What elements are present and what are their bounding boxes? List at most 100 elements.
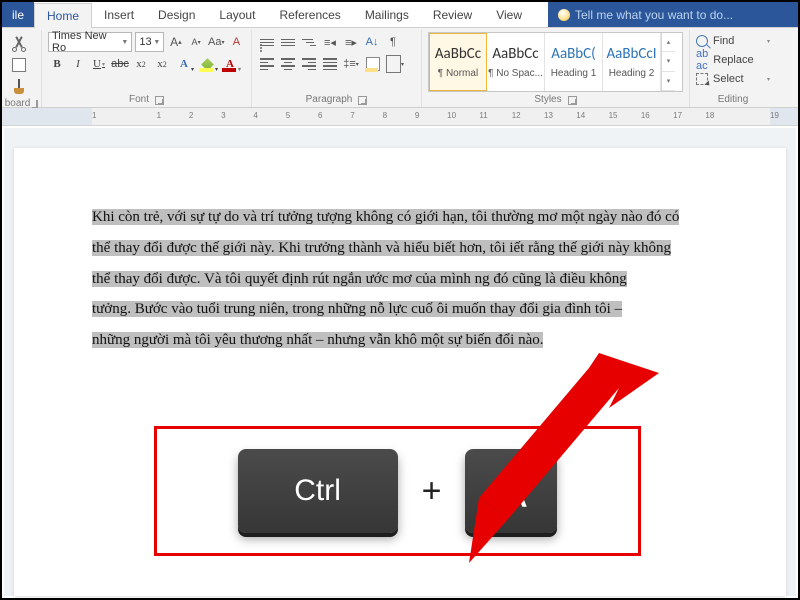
align-right-button[interactable]: [300, 54, 318, 74]
chevron-down-icon: ▾: [356, 61, 359, 68]
font-family-combo[interactable]: Times New Ro▼: [48, 32, 132, 52]
copy-icon: [12, 58, 26, 72]
chevron-down-icon[interactable]: ▾: [662, 52, 675, 71]
selected-text: những người mà tôi yêu thương nhất – như…: [92, 332, 543, 348]
selected-text: Khi còn trẻ, với sự tự do và trí tưởng t…: [92, 209, 679, 225]
font-size-combo[interactable]: 13▼: [135, 32, 164, 52]
shortcut-callout: Ctrl + A: [154, 426, 641, 556]
styles-more-icon[interactable]: ▾: [662, 72, 675, 91]
style-heading-1[interactable]: AaBbC( Heading 1: [545, 33, 603, 91]
paragraph-dialog-launcher[interactable]: [358, 96, 367, 105]
group-label-styles: Styles: [534, 94, 561, 107]
clear-formatting-button[interactable]: A: [228, 32, 245, 52]
selected-text: tưởng. Bước vào tuổi trung niên, trong n…: [92, 301, 622, 317]
tell-me-search[interactable]: Tell me what you want to do...: [548, 2, 798, 27]
strikethrough-button[interactable]: abc: [111, 54, 129, 74]
tab-design[interactable]: Design: [146, 2, 207, 27]
bullets-button[interactable]: [258, 32, 276, 52]
font-color-button[interactable]: A▾: [220, 54, 240, 74]
format-painter-button[interactable]: [8, 76, 30, 98]
increase-indent-button[interactable]: ≡▸: [342, 32, 360, 52]
tab-review[interactable]: Review: [421, 2, 484, 27]
style-preview: AaBbCc: [492, 45, 538, 63]
group-clipboard: board: [2, 30, 42, 107]
group-font: Times New Ro▼ 13▼ A▴ A▾ Aa▾ A B I U▾ abc…: [42, 30, 252, 107]
group-label-font: Font: [129, 94, 149, 107]
chevron-down-icon: ▾: [191, 66, 194, 73]
document-text[interactable]: Khi còn trẻ, với sự tự do và trí tưởng t…: [92, 202, 726, 356]
document-area: Khi còn trẻ, với sự tự do và trí tưởng t…: [4, 128, 796, 596]
tell-me-placeholder: Tell me what you want to do...: [575, 8, 733, 22]
style-name-label: ¶ No Spac...: [488, 68, 543, 79]
underline-button[interactable]: U▾: [90, 54, 108, 74]
font-size-value: 13: [139, 36, 151, 48]
multilevel-list-button[interactable]: [300, 32, 318, 52]
selected-text: thể thay đổi được.: [92, 271, 204, 287]
bold-button[interactable]: B: [48, 54, 66, 74]
plus-sign: +: [422, 472, 442, 511]
chevron-down-icon: ▾: [102, 61, 105, 68]
tab-view[interactable]: View: [484, 2, 534, 27]
cut-button[interactable]: [8, 32, 30, 54]
numbering-button[interactable]: [279, 32, 297, 52]
align-left-button[interactable]: [258, 54, 276, 74]
styles-dialog-launcher[interactable]: [568, 96, 577, 105]
select-button[interactable]: Select▾: [696, 70, 770, 88]
tab-insert[interactable]: Insert: [92, 2, 146, 27]
justify-button[interactable]: [321, 54, 339, 74]
styles-gallery[interactable]: AaBbCc ¶ Normal AaBbCc ¶ No Spac... AaBb…: [428, 32, 683, 92]
superscript-button[interactable]: x2: [153, 54, 171, 74]
chevron-up-icon[interactable]: ▴: [662, 33, 675, 52]
tab-layout[interactable]: Layout: [207, 2, 267, 27]
align-center-button[interactable]: [279, 54, 297, 74]
style-name-label: Heading 1: [551, 68, 597, 79]
key-a: A: [465, 449, 557, 533]
shading-button[interactable]: [363, 54, 383, 74]
border-icon: [386, 55, 401, 73]
selected-text: thể thay đổi được thế giới này. Khi trưở…: [92, 240, 671, 256]
sort-button[interactable]: A↓: [363, 32, 381, 52]
font-family-value: Times New Ro: [52, 30, 121, 54]
line-spacing-button[interactable]: ‡≡▾: [342, 54, 360, 74]
text-effects-button[interactable]: A▾: [174, 54, 194, 74]
group-styles: AaBbCc ¶ Normal AaBbCc ¶ No Spac... AaBb…: [422, 30, 690, 107]
group-label-paragraph: Paragraph: [306, 94, 353, 107]
copy-button[interactable]: [8, 54, 30, 76]
decrease-indent-button[interactable]: ≡◂: [321, 32, 339, 52]
replace-icon: abac: [696, 48, 708, 72]
style-heading-2[interactable]: AaBbCcI Heading 2: [603, 33, 661, 91]
subscript-button[interactable]: x2: [132, 54, 150, 74]
borders-button[interactable]: ▾: [386, 54, 404, 74]
ribbon: board Times New Ro▼ 13▼ A▴ A▾ Aa▾ A B I …: [2, 28, 798, 108]
replace-label: Replace: [713, 54, 753, 66]
show-hide-marks-button[interactable]: ¶: [384, 32, 402, 52]
select-label: Select: [713, 73, 744, 85]
tab-references[interactable]: References: [267, 2, 352, 27]
styles-gallery-scroll[interactable]: ▴▾▾: [661, 33, 675, 91]
document-page[interactable]: Khi còn trẻ, với sự tự do và trí tưởng t…: [14, 148, 786, 596]
tab-home[interactable]: Home: [34, 3, 92, 28]
tab-file[interactable]: ile: [2, 2, 34, 27]
shrink-font-button[interactable]: A▾: [187, 32, 204, 52]
italic-button[interactable]: I: [69, 54, 87, 74]
brush-icon: [11, 79, 27, 95]
group-editing: Find▾ abacReplace Select▾ Editing: [690, 30, 776, 107]
chevron-down-icon: ▾: [215, 66, 218, 73]
style-preview: AaBbC(: [551, 45, 595, 63]
selected-text: Và tôi quyết định rút ngắn ước mơ của mì…: [204, 271, 627, 287]
scissors-icon: [12, 36, 26, 50]
horizontal-ruler[interactable]: 112345678910111213141516171819: [2, 108, 798, 126]
change-case-button[interactable]: Aa▾: [208, 32, 225, 52]
font-dialog-launcher[interactable]: [155, 96, 164, 105]
style-no-spacing[interactable]: AaBbCc ¶ No Spac...: [487, 33, 545, 91]
highlight-button[interactable]: ▾: [197, 54, 217, 74]
replace-button[interactable]: abac Replace: [696, 51, 770, 69]
chevron-down-icon: ▾: [401, 61, 404, 68]
tab-mailings[interactable]: Mailings: [353, 2, 421, 27]
chevron-down-icon: ▾: [238, 66, 241, 73]
style-normal[interactable]: AaBbCc ¶ Normal: [429, 33, 487, 91]
chevron-down-icon: ▼: [121, 39, 128, 46]
ribbon-tabs: ile Home Insert Design Layout References…: [2, 2, 798, 28]
grow-font-button[interactable]: A▴: [167, 32, 184, 52]
key-ctrl: Ctrl: [238, 449, 398, 533]
